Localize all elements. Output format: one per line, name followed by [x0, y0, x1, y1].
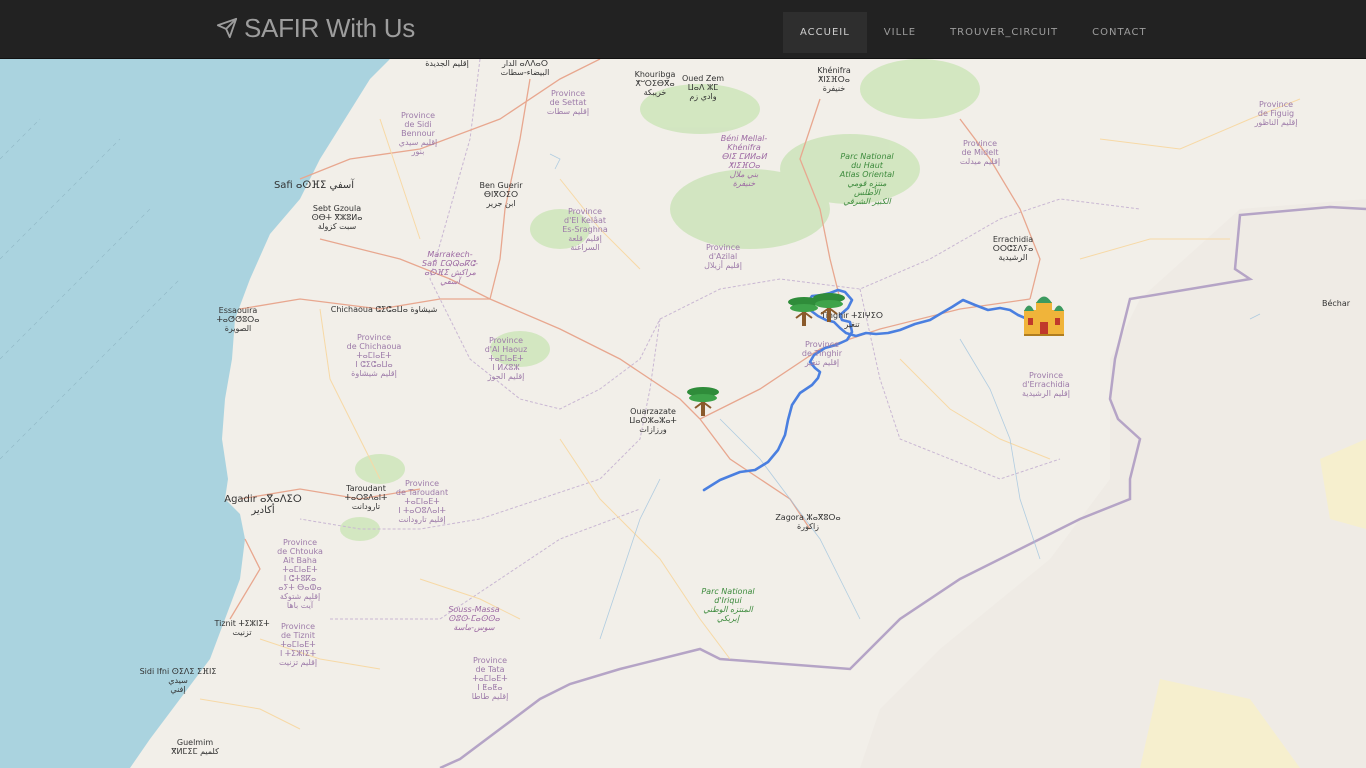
- map-label-prov-settat: Province de Settat إقليم سطات: [546, 89, 590, 116]
- map-label-khenifra: Khénifra ⵅⵏⵉⴼⵔⴰ خنيفرة: [817, 66, 851, 93]
- map-tiles: [0, 59, 1366, 768]
- palace-icon[interactable]: [1020, 288, 1068, 338]
- map-label-sebt-gzoula: Sebt Gzoula ⵙⴱⵜ ⴳⵣⵓⵍⴰ سبت كزولة: [311, 204, 363, 231]
- map-label-region-marrakech: Marrakech- Safi ⵎⵕⵕⴰⴽⵛ- ⴰⵙⴼⵉ مراكش آسفي: [422, 250, 478, 286]
- main-nav: ACCUEIL VILLE TROUVER_CIRCUIT CONTACT: [783, 12, 1164, 53]
- map-label-region-souss: Souss-Massa ⵙⵓⵙ-ⵎⴰⵙⵙⴰ سوس-ماسة: [448, 605, 500, 632]
- map-label-agadir: Agadir ⴰⴳⴰⴷⵉⵔ أكادير: [224, 494, 302, 516]
- map-label-prov-sidi-bennour: Province de Sidi Bennour إقليم سيدي بنور: [398, 111, 438, 156]
- map-label-prov-errachidia: Province d'Errachidia إقليم الرشيدية: [1022, 371, 1070, 398]
- map-label-ouarzazate: Ouarzazate ⵡⴰⵔⵣⴰⵣⴰⵜ ورزازات: [629, 407, 677, 434]
- map-label-prov-midelt: Province de Midelt إقليم ميدلت: [959, 139, 1001, 166]
- brand-link[interactable]: SAFIR With Us: [216, 10, 415, 46]
- map-label-taroudant: Taroudant ⵜⴰⵔⵓⴷⴰⵏⵜ تارودانت: [344, 484, 388, 511]
- map-canvas[interactable]: إقليم الجديدة الدار ⴰⴷⴷⴰⵔ البيضاء-سطات K…: [0, 59, 1366, 768]
- tree-icon[interactable]: [685, 382, 721, 418]
- map-label-zagora: Zagora ⵣⴰⴳⵓⵔⴰ زاكورة: [775, 513, 841, 531]
- paper-plane-icon: [216, 17, 238, 39]
- nav-trouver-circuit[interactable]: TROUVER_CIRCUIT: [933, 12, 1075, 53]
- map-label-park-haut-atlas: Parc National du Haut Atlas Oriental منت…: [839, 152, 895, 206]
- nav-contact[interactable]: CONTACT: [1075, 12, 1163, 53]
- map-label-ben-guerir: Ben Guerir ⴱⵏⴳⵔⵉⵔ ابن جرير: [479, 181, 523, 208]
- navbar: SAFIR With Us ACCUEIL VILLE TROUVER_CIRC…: [0, 0, 1366, 59]
- map-label-prov-taroudant: Province de Taroudant ⵜⴰⵎⵏⴰⴹⵜ ⵏ ⵜⴰⵔⵓⴷⴰⵏⵜ…: [395, 479, 449, 524]
- tree-icon[interactable]: [811, 288, 847, 324]
- map-label-top-casa: الدار ⴰⴷⴷⴰⵔ البيضاء-سطات: [500, 59, 550, 77]
- map-label-prov-kelaat: Province d'El Kelâat Es-Sraghna إقليم قل…: [562, 207, 608, 252]
- map-label-chichaoua: Chichaoua ⵛⵉⵛⴰⵡⴰ شيشاوة: [330, 305, 438, 314]
- map-label-prov-tiznit: Province de Tiznit ⵜⴰⵎⵏⴰⴹⵜ ⵏ ⵜⵉⵣⵏⵉⵜ إقلي…: [278, 622, 318, 667]
- map-label-prov-chtouka: Province de Chtouka Ait Baha ⵜⴰⵎⵏⴰⴹⵜ ⵏ ⵛ…: [277, 538, 323, 610]
- nav-ville[interactable]: VILLE: [867, 12, 933, 53]
- map-label-tiznit: Tiznit ⵜⵉⵣⵏⵉⵜ تزنيت: [214, 619, 270, 637]
- map-label-safi: Safi ⴰⵙⴼⵉ آسفي: [273, 180, 355, 191]
- map-label-prov-tinghir: Province de Tinghir إقليم تنغير: [801, 340, 843, 367]
- map-label-prov-figuig: Province de Figuig إقليم الناظور: [1254, 100, 1298, 127]
- map-label-prov-tata: Province de Tata ⵜⴰⵎⵏⴰⴹⵜ ⵏ ⵟⴰⵟⴰ إقليم طا…: [471, 656, 509, 701]
- map-label-sidi-ifni: Sidi Ifni ⵙⵉⴷⵉ ⵉⴼⵏⵉ سيدي إفني: [139, 667, 217, 694]
- map-label-khouribga: Khouribga ⵅⵯⵔⵉⴱⴳⴰ خريبكة: [634, 70, 676, 97]
- map-label-prov-azilal: Province d'Azilal إقليم أزيلال: [704, 243, 742, 270]
- map-label-guelmim: Guelmim ⴳⵍⵎⵉⵎ كلميم: [171, 738, 219, 756]
- map-label-park-iriqui: Parc National d'Iriqui المنتزه الوطني إي…: [701, 587, 755, 623]
- map-label-prov-chichaoua: Province de Chichaoua ⵜⴰⵎⵏⴰⴹⵜ ⵏ ⵛⵉⵛⴰⵡⴰ إ…: [346, 333, 402, 378]
- map-label-errachidia: Errachidia ⵔⵔⵛⵉⴷⵢⴰ الرشيدية: [992, 235, 1034, 262]
- nav-accueil[interactable]: ACCUEIL: [783, 12, 867, 53]
- map-label-prov-al-haouz: Province d'Al Haouz ⵜⴰⵎⵏⴰⴹⵜ ⵏ ⵍⵃⵓⵣ إقليم…: [484, 336, 528, 381]
- map-label-oued-zem: Oued Zem ⵡⴰⴷ ⵣⵎ وادي زم: [681, 74, 725, 101]
- map-label-bechar: Béchar: [1321, 299, 1351, 308]
- map-label-region-beni-mellal: Béni Mellal- Khénifra ⴱⵏⵉ ⵎⵍⵍⴰⵍ ⵅⵏⵉⴼⵔⴰ ب…: [720, 134, 768, 188]
- map-label-essaouira: Essaouira ⵜⴰⵚⵚⵓⵔⴰ الصويرة: [216, 306, 260, 333]
- brand-title: SAFIR With Us: [244, 12, 415, 43]
- map-label-top-jadida: إقليم الجديدة: [425, 59, 469, 68]
